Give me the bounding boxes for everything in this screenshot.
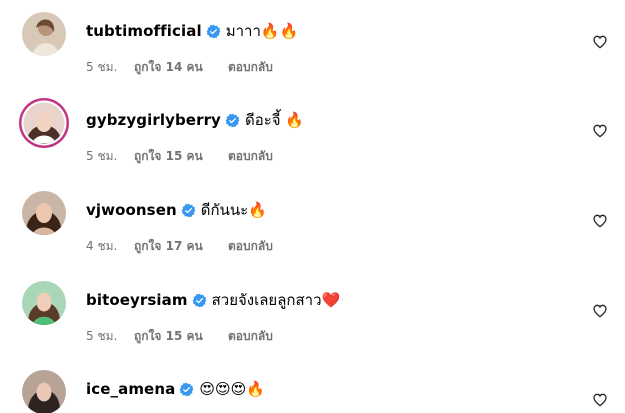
likes-count[interactable]: ถูกใจ 15 คน [134,327,228,346]
like-heart-icon[interactable] [592,123,608,139]
comment-text: สวยจังเลยลูกสาว❤️ [211,291,341,309]
reply-button[interactable]: ตอบกลับ [228,58,273,77]
comment-item: tubtimofficial มาาา🔥🔥 5 ชม. ถูกใจ 14 คน … [0,12,625,102]
reply-button[interactable]: ตอบกลับ [228,327,273,346]
verified-badge-icon [206,24,221,39]
username[interactable]: vjwoonsen [86,201,177,219]
comment-line: gybzygirlyberry ดีอะจี้ 🔥 [86,107,304,133]
verified-badge-icon [181,203,196,218]
comment-text: มาาา🔥🔥 [225,22,299,40]
avatar[interactable] [22,281,66,325]
reply-button[interactable]: ตอบกลับ [228,147,273,166]
username[interactable]: tubtimofficial [86,22,202,40]
comment-line: ice_amena 😍😍😍🔥 [86,376,265,402]
reply-button[interactable]: ตอบกลับ [228,237,273,256]
comment-line: tubtimofficial มาาา🔥🔥 [86,18,298,44]
like-heart-icon[interactable] [592,392,608,408]
like-heart-icon[interactable] [592,213,608,229]
avatar[interactable] [22,191,66,235]
avatar[interactable] [22,12,66,56]
comment-time[interactable]: 5 ชม. [86,58,134,77]
verified-badge-icon [192,293,207,308]
comment-text: ดีกันนะ🔥 [200,201,267,219]
comment-text: ดีอะจี้ 🔥 [244,111,304,129]
like-heart-icon[interactable] [592,34,608,50]
verified-badge-icon [225,113,240,128]
comment-time[interactable]: 5 ชม. [86,327,134,346]
comment-meta: 5 ชม. ถูกใจ 15 คน ตอบกลับ [86,147,273,165]
comments-list: tubtimofficial มาาา🔥🔥 5 ชม. ถูกใจ 14 คน … [0,0,625,413]
comment-item: vjwoonsen ดีกันนะ🔥 4 ชม. ถูกใจ 17 คน ตอบ… [0,191,625,281]
likes-count[interactable]: ถูกใจ 17 คน [134,237,228,256]
comment-meta: 4 ชม. ถูกใจ 17 คน ตอบกลับ [86,237,273,255]
comment-item: bitoeyrsiam สวยจังเลยลูกสาว❤️ 5 ชม. ถูกใ… [0,281,625,371]
username[interactable]: gybzygirlyberry [86,111,221,129]
comment-text: 😍😍😍🔥 [199,380,265,398]
avatar[interactable] [22,370,66,413]
comment-time[interactable]: 4 ชม. [86,237,134,256]
comment-line: vjwoonsen ดีกันนะ🔥 [86,197,267,223]
verified-badge-icon [179,382,194,397]
comment-meta: 5 ชม. ถูกใจ 15 คน ตอบกลับ [86,327,273,345]
comment-item: ice_amena 😍😍😍🔥 [0,370,625,413]
like-heart-icon[interactable] [592,303,608,319]
avatar[interactable] [18,97,70,149]
comment-meta: 5 ชม. ถูกใจ 14 คน ตอบกลับ [86,58,273,76]
comment-item: gybzygirlyberry ดีอะจี้ 🔥 5 ชม. ถูกใจ 15… [0,98,625,191]
likes-count[interactable]: ถูกใจ 15 คน [134,147,228,166]
comment-time[interactable]: 5 ชม. [86,147,134,166]
likes-count[interactable]: ถูกใจ 14 คน [134,58,228,77]
username[interactable]: ice_amena [86,380,175,398]
comment-line: bitoeyrsiam สวยจังเลยลูกสาว❤️ [86,287,340,313]
username[interactable]: bitoeyrsiam [86,291,188,309]
